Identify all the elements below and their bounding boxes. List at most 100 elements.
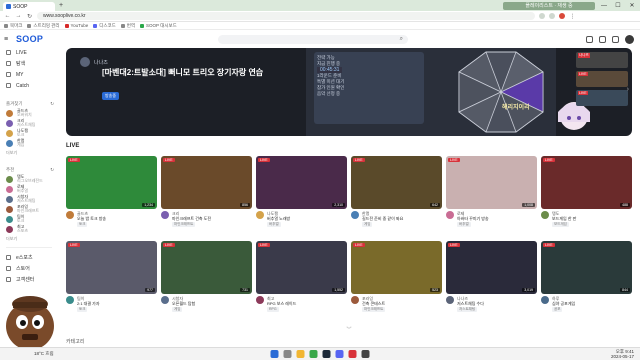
streamer-avatar[interactable]	[446, 211, 454, 219]
stream-tag[interactable]: 마인크래프트	[362, 307, 386, 312]
sidebar-item-catch[interactable]: Catch	[0, 80, 58, 91]
live-thumbnail[interactable]: LIVE 856	[161, 156, 252, 209]
extension-icon[interactable]	[549, 13, 555, 19]
taskbar-clock[interactable]: 오후 9:41 2024-05-17	[611, 349, 634, 359]
sidebar-channel[interactable]: 나도팽 토크	[0, 128, 58, 138]
streamer-avatar[interactable]	[66, 296, 74, 304]
sidebar-channel[interactable]: 한랭 게임	[0, 138, 58, 148]
sidebar-item-store[interactable]: 스토어	[0, 263, 58, 274]
live-thumbnail[interactable]: LIVE 3,019	[446, 241, 537, 294]
reload-icon[interactable]: ↻	[26, 13, 33, 20]
favorites-more-link[interactable]: 더보기	[0, 148, 58, 157]
forward-icon[interactable]: →	[15, 13, 22, 19]
streamer-avatar[interactable]	[256, 211, 264, 219]
live-thumbnail[interactable]: LIVE 1,008	[446, 156, 537, 209]
streamer-avatar[interactable]	[351, 211, 359, 219]
recommended-more-link[interactable]: 더보기	[0, 234, 58, 243]
live-card[interactable]: LIVE 488 탱도 보드게임 한 판 보드게임	[541, 156, 632, 231]
banner-streamer[interactable]: 나나즈	[80, 57, 108, 67]
live-card[interactable]: LIVE 844 하루 심야 공포게임 공포	[541, 241, 632, 316]
banner-streamer-avatar[interactable]	[80, 57, 90, 67]
sidebar-item-explore[interactable]: 탐색	[0, 58, 58, 69]
live-card[interactable]: LIVE 1,008 로제 아바타 꾸미기 방송 버추얼	[446, 156, 537, 231]
banner-thumbnail[interactable]: LIVE	[576, 71, 628, 87]
sidebar-channel[interactable]: 로제 버추얼	[0, 184, 58, 194]
discord-icon[interactable]	[335, 350, 344, 358]
bookmark-item[interactable]: 번역	[120, 23, 135, 29]
new-tab-button[interactable]: +	[59, 2, 63, 9]
live-thumbnail[interactable]: LIVE 642	[351, 156, 442, 209]
search-input[interactable]: ⌕	[218, 34, 408, 44]
menu-kebab-icon[interactable]: ⋮	[569, 13, 576, 20]
taskbar-weather[interactable]: 18°C 흐림	[34, 351, 54, 357]
live-card[interactable]: LIVE 731 시청자 오픈월드 탐험 게임	[161, 241, 252, 316]
live-card[interactable]: LIVE 2,310 나도팽 버추얼 노래방 버추얼	[256, 156, 347, 231]
sidebar-channel[interactable]: 크리 저스트채팅	[0, 118, 58, 128]
sidebar-channel[interactable]: 골드츠 오버워치	[0, 108, 58, 118]
streamer-avatar[interactable]	[66, 211, 74, 219]
streamer-avatar[interactable]	[541, 296, 549, 304]
sidebar-channel[interactable]: 팀이 토크	[0, 214, 58, 224]
stream-tag[interactable]: 버추얼	[457, 222, 471, 227]
broadcast-start-icon[interactable]	[586, 35, 593, 43]
banner-next-icon[interactable]: ›	[627, 86, 629, 93]
streamer-avatar[interactable]	[351, 296, 359, 304]
load-more-button[interactable]: ︾	[66, 326, 632, 334]
file-explorer-icon[interactable]	[296, 350, 305, 358]
banner-thumbnail[interactable]: 나나즈	[576, 52, 628, 68]
sidebar-item-my[interactable]: MY	[0, 69, 58, 80]
bookmark-item[interactable]: 북마크	[4, 23, 22, 29]
sidebar-item-live[interactable]: LIVE	[0, 47, 58, 58]
obs-icon[interactable]	[348, 350, 357, 358]
sidebar-channel[interactable]: 최고 스포츠	[0, 224, 58, 234]
live-card[interactable]: LIVE 1,234 골드츠 오늘 밤 토크 방송 토크	[66, 156, 157, 231]
live-thumbnail[interactable]: LIVE 2,310	[256, 156, 347, 209]
search-icon[interactable]	[283, 350, 292, 358]
browser-tab[interactable]: SOOP	[3, 2, 55, 11]
banner-title[interactable]: [마벤대2:트발소대] 뻐니모 트리오 장기자랑 연습	[102, 68, 288, 78]
sidebar-channel[interactable]: 탱도 리그오브레전드	[0, 174, 58, 184]
stream-tag[interactable]: 게임	[362, 222, 373, 227]
browser-icon[interactable]	[309, 350, 318, 358]
extension-icon[interactable]	[539, 13, 545, 19]
refresh-icon[interactable]: ↻	[50, 167, 54, 173]
live-thumbnail[interactable]: LIVE 1,234	[66, 156, 157, 209]
banner-thumbnail[interactable]: LIVE	[576, 90, 628, 106]
hamburger-menu-icon[interactable]: ≡	[4, 36, 14, 43]
stream-tag[interactable]: RPG	[267, 307, 279, 312]
live-thumbnail[interactable]: LIVE 488	[541, 156, 632, 209]
media-control[interactable]: 플레이리스트 · 재생 중	[503, 1, 595, 10]
bookmark-item[interactable]: 디스코드	[93, 23, 116, 29]
streamer-avatar[interactable]	[161, 296, 169, 304]
live-card[interactable]: LIVE 1,552 최고 RPG 보스 레이드 RPG	[256, 241, 347, 316]
maximize-icon[interactable]: ☐	[613, 2, 623, 9]
stream-tag[interactable]: 게임	[172, 307, 183, 312]
steam-icon[interactable]	[322, 350, 331, 358]
live-thumbnail[interactable]: LIVE 844	[541, 241, 632, 294]
start-menu-icon[interactable]	[270, 350, 279, 358]
minimize-icon[interactable]: —	[599, 3, 609, 9]
sidebar-channel[interactable]: 포라잉 마인크래프트	[0, 204, 58, 214]
refresh-icon[interactable]: ↻	[50, 101, 54, 107]
live-card[interactable]: LIVE 977 팀이 2:1 대결 가자 토크	[66, 241, 157, 316]
live-card[interactable]: LIVE 642 한랭 길드전 준비 중 같이 봐요 게임	[351, 156, 442, 231]
sidebar-item-help[interactable]: 고객센터	[0, 274, 58, 285]
address-input[interactable]: www.sooplive.co.kr	[37, 12, 535, 20]
stream-tag[interactable]: 버추얼	[267, 222, 281, 227]
stream-tag[interactable]: 저스트채팅	[457, 307, 478, 312]
bookmark-item[interactable]: YouTube	[64, 23, 88, 28]
sidebar-channel[interactable]: 시청자 저스트채팅	[0, 194, 58, 204]
message-icon[interactable]	[612, 35, 619, 43]
search-icon[interactable]: ⌕	[400, 36, 403, 43]
close-icon[interactable]: ✕	[627, 2, 637, 9]
notification-icon[interactable]	[599, 35, 606, 43]
streamer-avatar[interactable]	[446, 296, 454, 304]
streamer-avatar[interactable]	[161, 211, 169, 219]
bookmark-item[interactable]: 스트리밍 관리	[27, 23, 60, 29]
streamer-avatar[interactable]	[256, 296, 264, 304]
user-avatar[interactable]	[625, 34, 634, 44]
back-icon[interactable]: ←	[4, 13, 11, 19]
stream-tag[interactable]: 공포	[552, 307, 563, 312]
featured-banner[interactable]: 전략 가능 지금 진행 중 00:45:31 1라운드 준비 특별 미션 대기 …	[66, 48, 632, 136]
profile-icon[interactable]	[559, 13, 565, 19]
